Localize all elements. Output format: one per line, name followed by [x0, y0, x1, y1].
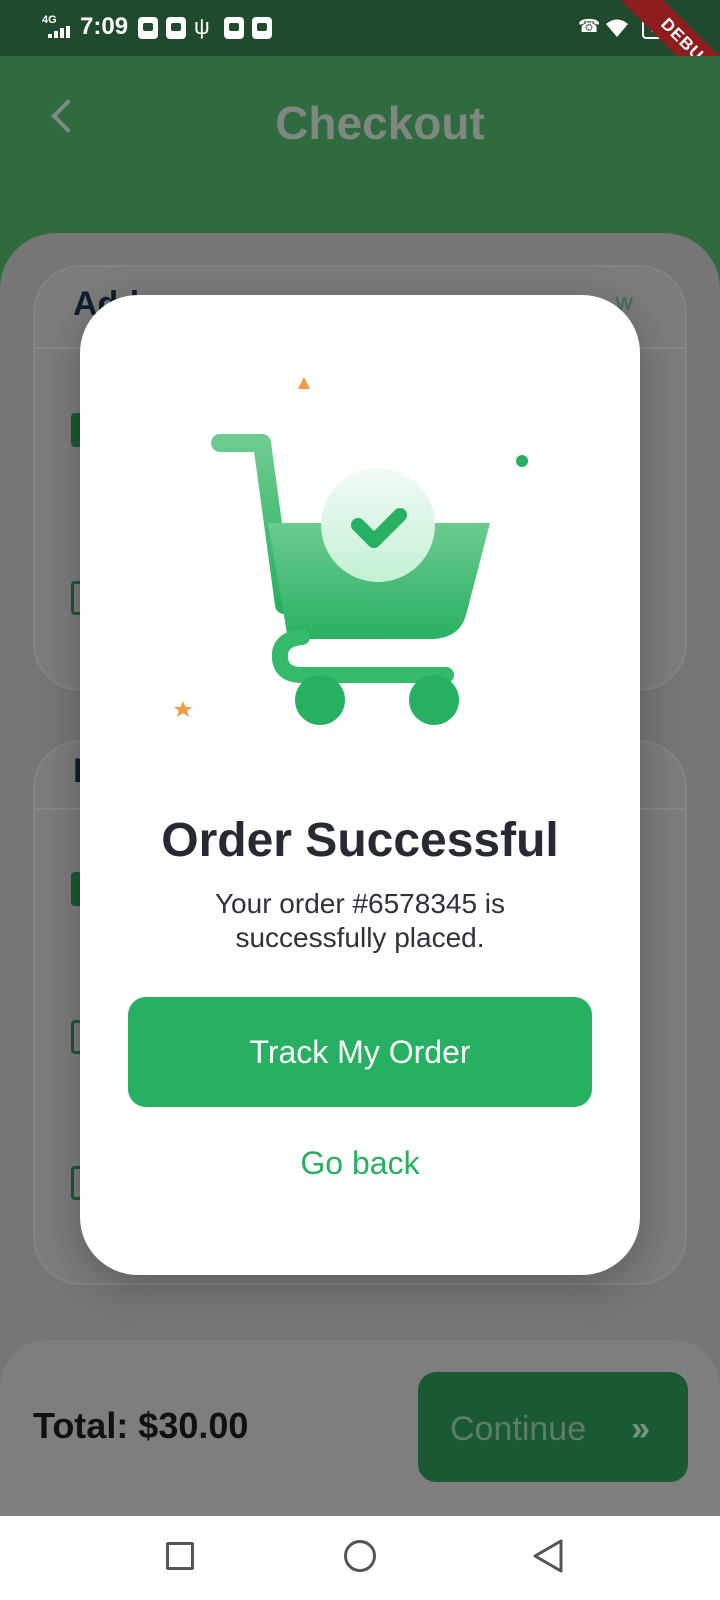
- page-title: Checkout: [275, 97, 485, 149]
- notification-icon: [138, 17, 158, 39]
- network-type: 4G: [42, 14, 57, 26]
- dialog-message: Your order #6578345 is successfully plac…: [214, 888, 506, 953]
- continue-label: Continue: [450, 1410, 587, 1448]
- order-success-dialog: Order Successful Your order #6578345 is …: [80, 295, 640, 1275]
- track-order-button[interactable]: Track My Order: [128, 997, 592, 1107]
- status-time: 7:09: [80, 13, 129, 40]
- status-bar: 4G 7:09 ψ ☎ 100 DEBUG: [0, 0, 720, 116]
- usb-icon: ψ: [194, 14, 210, 39]
- system-nav-bar: [0, 1516, 720, 1600]
- mail-icon: [224, 17, 244, 39]
- go-back-button[interactable]: Go back: [80, 1145, 640, 1182]
- double-chevron-right-icon: »: [631, 1410, 650, 1448]
- signal-icon: [48, 26, 72, 38]
- nav-recents-icon[interactable]: [166, 1542, 194, 1570]
- nav-back-icon[interactable]: [530, 1538, 566, 1574]
- mic-icon: [252, 17, 272, 39]
- dialog-title: Order Successful: [161, 814, 559, 867]
- shopping-cart-check-icon: [174, 377, 528, 725]
- nav-home-icon[interactable]: [344, 1540, 376, 1572]
- continue-button[interactable]: Continue »: [418, 1372, 688, 1482]
- notification-icon: [166, 17, 186, 39]
- total-price: Total: $30.00: [33, 1405, 249, 1446]
